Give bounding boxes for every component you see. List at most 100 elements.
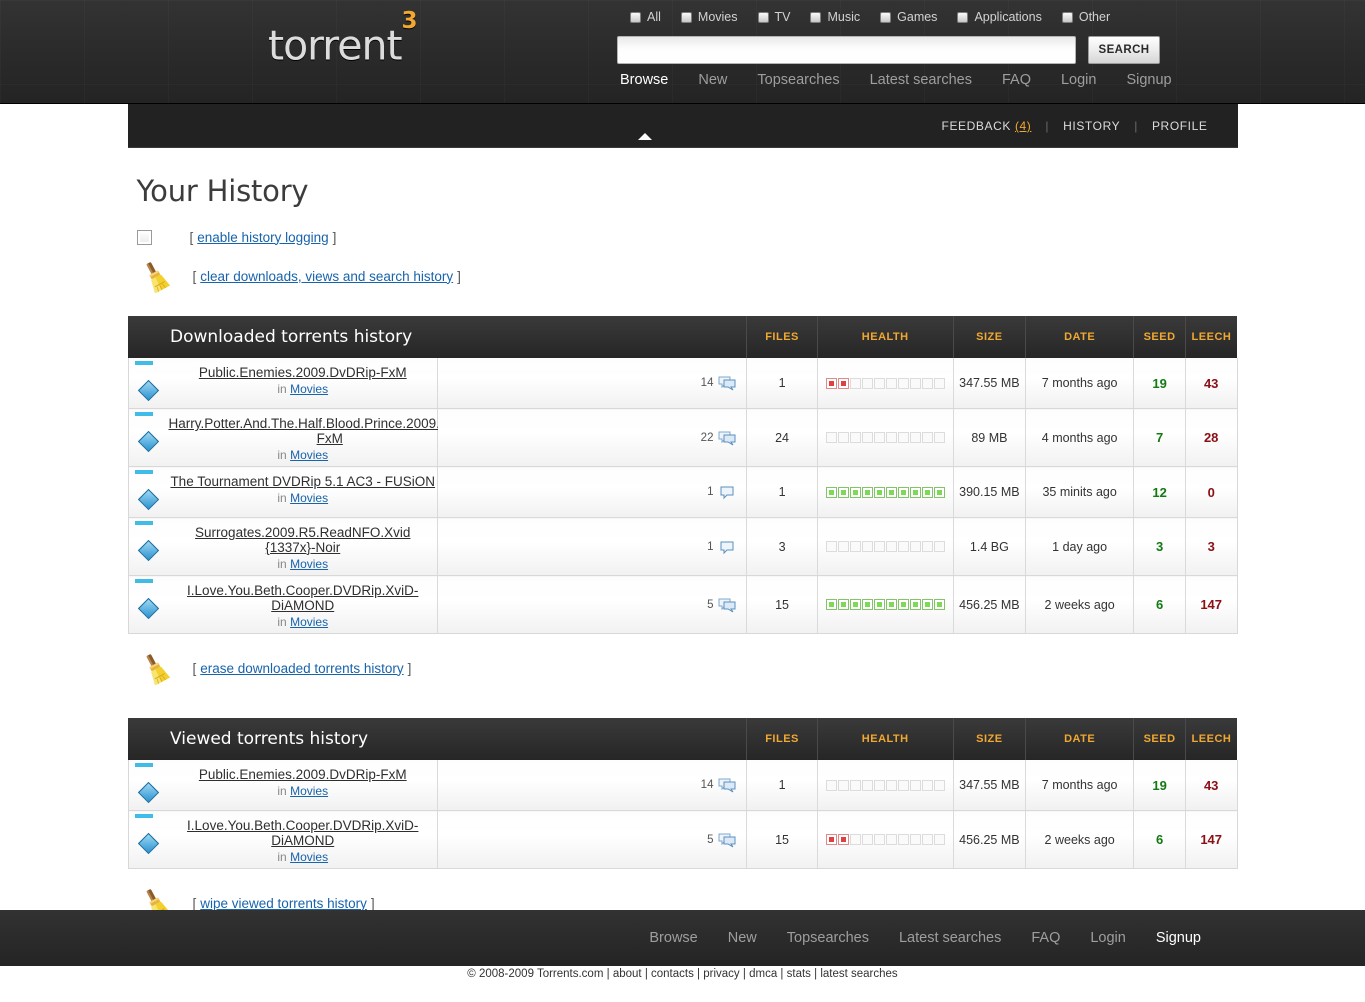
health-segment	[934, 599, 945, 610]
column-header-seed[interactable]: SEED	[1134, 316, 1186, 358]
date-cell: 4 months ago	[1025, 409, 1133, 467]
footer-link-stats[interactable]: stats	[787, 968, 811, 980]
nav-item-new[interactable]: New	[698, 72, 727, 88]
category-filter-movies[interactable]: Movies	[681, 10, 738, 24]
table-row[interactable]: The Tournament DVDRip 5.1 AC3 - FUSiONin…	[128, 467, 1237, 518]
torrent-title-link[interactable]: Public.Enemies.2009.DvDRip-FxM	[199, 365, 407, 380]
site-logo[interactable]: torrent3	[268, 18, 417, 67]
nav-item-browse[interactable]: Browse	[620, 72, 668, 88]
comment-bubble-icon[interactable]	[718, 431, 736, 445]
main-nav: Browse New Topsearches Latest searches FAQ Lo…	[620, 72, 1172, 88]
column-header-date[interactable]: DATE	[1025, 718, 1133, 760]
table-row[interactable]: I.Love.You.Beth.Cooper.DVDRip.XviD-DiAMO…	[128, 576, 1237, 634]
column-header-date[interactable]: DATE	[1025, 316, 1133, 358]
subnav-profile[interactable]: PROFILE	[1138, 119, 1222, 133]
category-filter-tv[interactable]: TV	[758, 10, 791, 24]
comment-bubble-icon[interactable]	[718, 540, 736, 554]
health-segment	[850, 541, 861, 552]
table-row[interactable]: Surrogates.2009.R5.ReadNFO.Xvid {1337x}-…	[128, 518, 1237, 576]
footer-link-latest-searches[interactable]: latest searches	[820, 968, 897, 980]
nav-item-login[interactable]: Login	[1061, 72, 1096, 88]
column-header-files[interactable]: FILES	[747, 718, 817, 760]
checkbox-icon[interactable]	[1062, 12, 1073, 23]
subnav-feedback[interactable]: FEEDBACK (4)	[928, 119, 1046, 133]
torrent-category-link[interactable]: Movies	[290, 382, 328, 396]
checkbox-icon[interactable]	[630, 12, 641, 23]
footer-nav-item-signup[interactable]: Signup	[1156, 930, 1201, 946]
health-segment	[850, 378, 861, 389]
table-row[interactable]: Harry.Potter.And.The.Half.Blood.Prince.2…	[128, 409, 1237, 467]
seed-cell: 7	[1134, 409, 1186, 467]
nav-item-signup[interactable]: Signup	[1126, 72, 1171, 88]
torrent-title-link[interactable]: The Tournament DVDRip 5.1 AC3 - FUSiON	[170, 474, 435, 489]
table-row[interactable]: Public.Enemies.2009.DvDRip-FxMin Movies1…	[128, 760, 1237, 811]
category-label: Music	[827, 10, 860, 24]
footer-nav-item-faq[interactable]: FAQ	[1031, 930, 1060, 946]
search-button[interactable]: SEARCH	[1088, 36, 1160, 64]
seed-count: 19	[1152, 778, 1166, 793]
category-filter-music[interactable]: Music	[810, 10, 860, 24]
downloaded-table-title: Downloaded torrents history	[128, 316, 747, 358]
enable-history-logging-link[interactable]: enable history logging	[197, 230, 328, 245]
column-header-health[interactable]: HEALTH	[817, 718, 953, 760]
checkbox-icon[interactable]	[957, 12, 968, 23]
torrent-title-link[interactable]: I.Love.You.Beth.Cooper.DVDRip.XviD-DiAMO…	[169, 818, 437, 848]
bracket-open: [	[193, 269, 197, 284]
torrent-title-link[interactable]: Surrogates.2009.R5.ReadNFO.Xvid {1337x}-…	[169, 525, 437, 555]
comment-bubble-icon[interactable]	[718, 778, 736, 792]
health-segment	[922, 487, 933, 498]
table-row[interactable]: Public.Enemies.2009.DvDRip-FxMin Movies1…	[128, 358, 1237, 409]
torrent-category-link[interactable]: Movies	[290, 448, 328, 462]
column-header-seed[interactable]: SEED	[1134, 718, 1186, 760]
footer-link-contacts[interactable]: contacts	[651, 968, 694, 980]
health-cell	[817, 760, 953, 811]
footer-nav-item-browse[interactable]: Browse	[649, 930, 697, 946]
category-filter-other[interactable]: Other	[1062, 10, 1110, 24]
column-header-leech[interactable]: LEECH	[1185, 718, 1237, 760]
torrent-category-link[interactable]: Movies	[290, 557, 328, 571]
footer-link-privacy[interactable]: privacy	[703, 968, 739, 980]
checkbox-icon[interactable]	[810, 12, 821, 23]
nav-item-topsearches[interactable]: Topsearches	[757, 72, 839, 88]
column-header-size[interactable]: SIZE	[953, 718, 1025, 760]
torrent-title-link[interactable]: Public.Enemies.2009.DvDRip-FxM	[199, 767, 407, 782]
column-header-files[interactable]: FILES	[747, 316, 817, 358]
health-segment	[850, 780, 861, 791]
nav-item-faq[interactable]: FAQ	[1002, 72, 1031, 88]
torrent-category-link[interactable]: Movies	[290, 615, 328, 629]
nav-item-latest-searches[interactable]: Latest searches	[870, 72, 972, 88]
torrent-category-link[interactable]: Movies	[290, 850, 328, 864]
footer-nav-item-latest-searches[interactable]: Latest searches	[899, 930, 1001, 946]
checkbox-icon[interactable]	[758, 12, 769, 23]
torrent-category-link[interactable]: Movies	[290, 491, 328, 505]
search-input[interactable]	[617, 36, 1076, 64]
category-label: All	[647, 10, 661, 24]
footer-nav-item-topsearches[interactable]: Topsearches	[787, 930, 869, 946]
health-segment	[838, 378, 849, 389]
torrent-category-link[interactable]: Movies	[290, 784, 328, 798]
health-segment	[910, 834, 921, 845]
footer-link-dmca[interactable]: dmca	[749, 968, 777, 980]
clear-history-link[interactable]: clear downloads, views and search histor…	[200, 269, 453, 284]
category-filter-games[interactable]: Games	[880, 10, 937, 24]
comment-bubble-icon[interactable]	[718, 485, 736, 499]
erase-downloaded-history-link[interactable]: erase downloaded torrents history	[200, 661, 403, 676]
footer-nav-item-new[interactable]: New	[728, 930, 757, 946]
footer-nav-item-login[interactable]: Login	[1090, 930, 1125, 946]
column-header-health[interactable]: HEALTH	[817, 316, 953, 358]
checkbox-icon[interactable]	[880, 12, 891, 23]
footer-link-about[interactable]: about	[613, 968, 642, 980]
checkbox-icon[interactable]	[681, 12, 692, 23]
comment-bubble-icon[interactable]	[718, 598, 736, 612]
comment-bubble-icon[interactable]	[718, 833, 736, 847]
column-header-size[interactable]: SIZE	[953, 316, 1025, 358]
category-filter-applications[interactable]: Applications	[957, 10, 1041, 24]
torrent-title-link[interactable]: I.Love.You.Beth.Cooper.DVDRip.XviD-DiAMO…	[169, 583, 437, 613]
column-header-leech[interactable]: LEECH	[1185, 316, 1237, 358]
wipe-viewed-history-link[interactable]: wipe viewed torrents history	[200, 896, 367, 911]
subnav-history[interactable]: HISTORY	[1049, 119, 1134, 133]
enable-history-logging-checkbox[interactable]	[137, 230, 152, 245]
category-filter-all[interactable]: All	[630, 10, 661, 24]
comment-bubble-icon[interactable]	[718, 376, 736, 390]
table-row[interactable]: I.Love.You.Beth.Cooper.DVDRip.XviD-DiAMO…	[128, 811, 1237, 869]
